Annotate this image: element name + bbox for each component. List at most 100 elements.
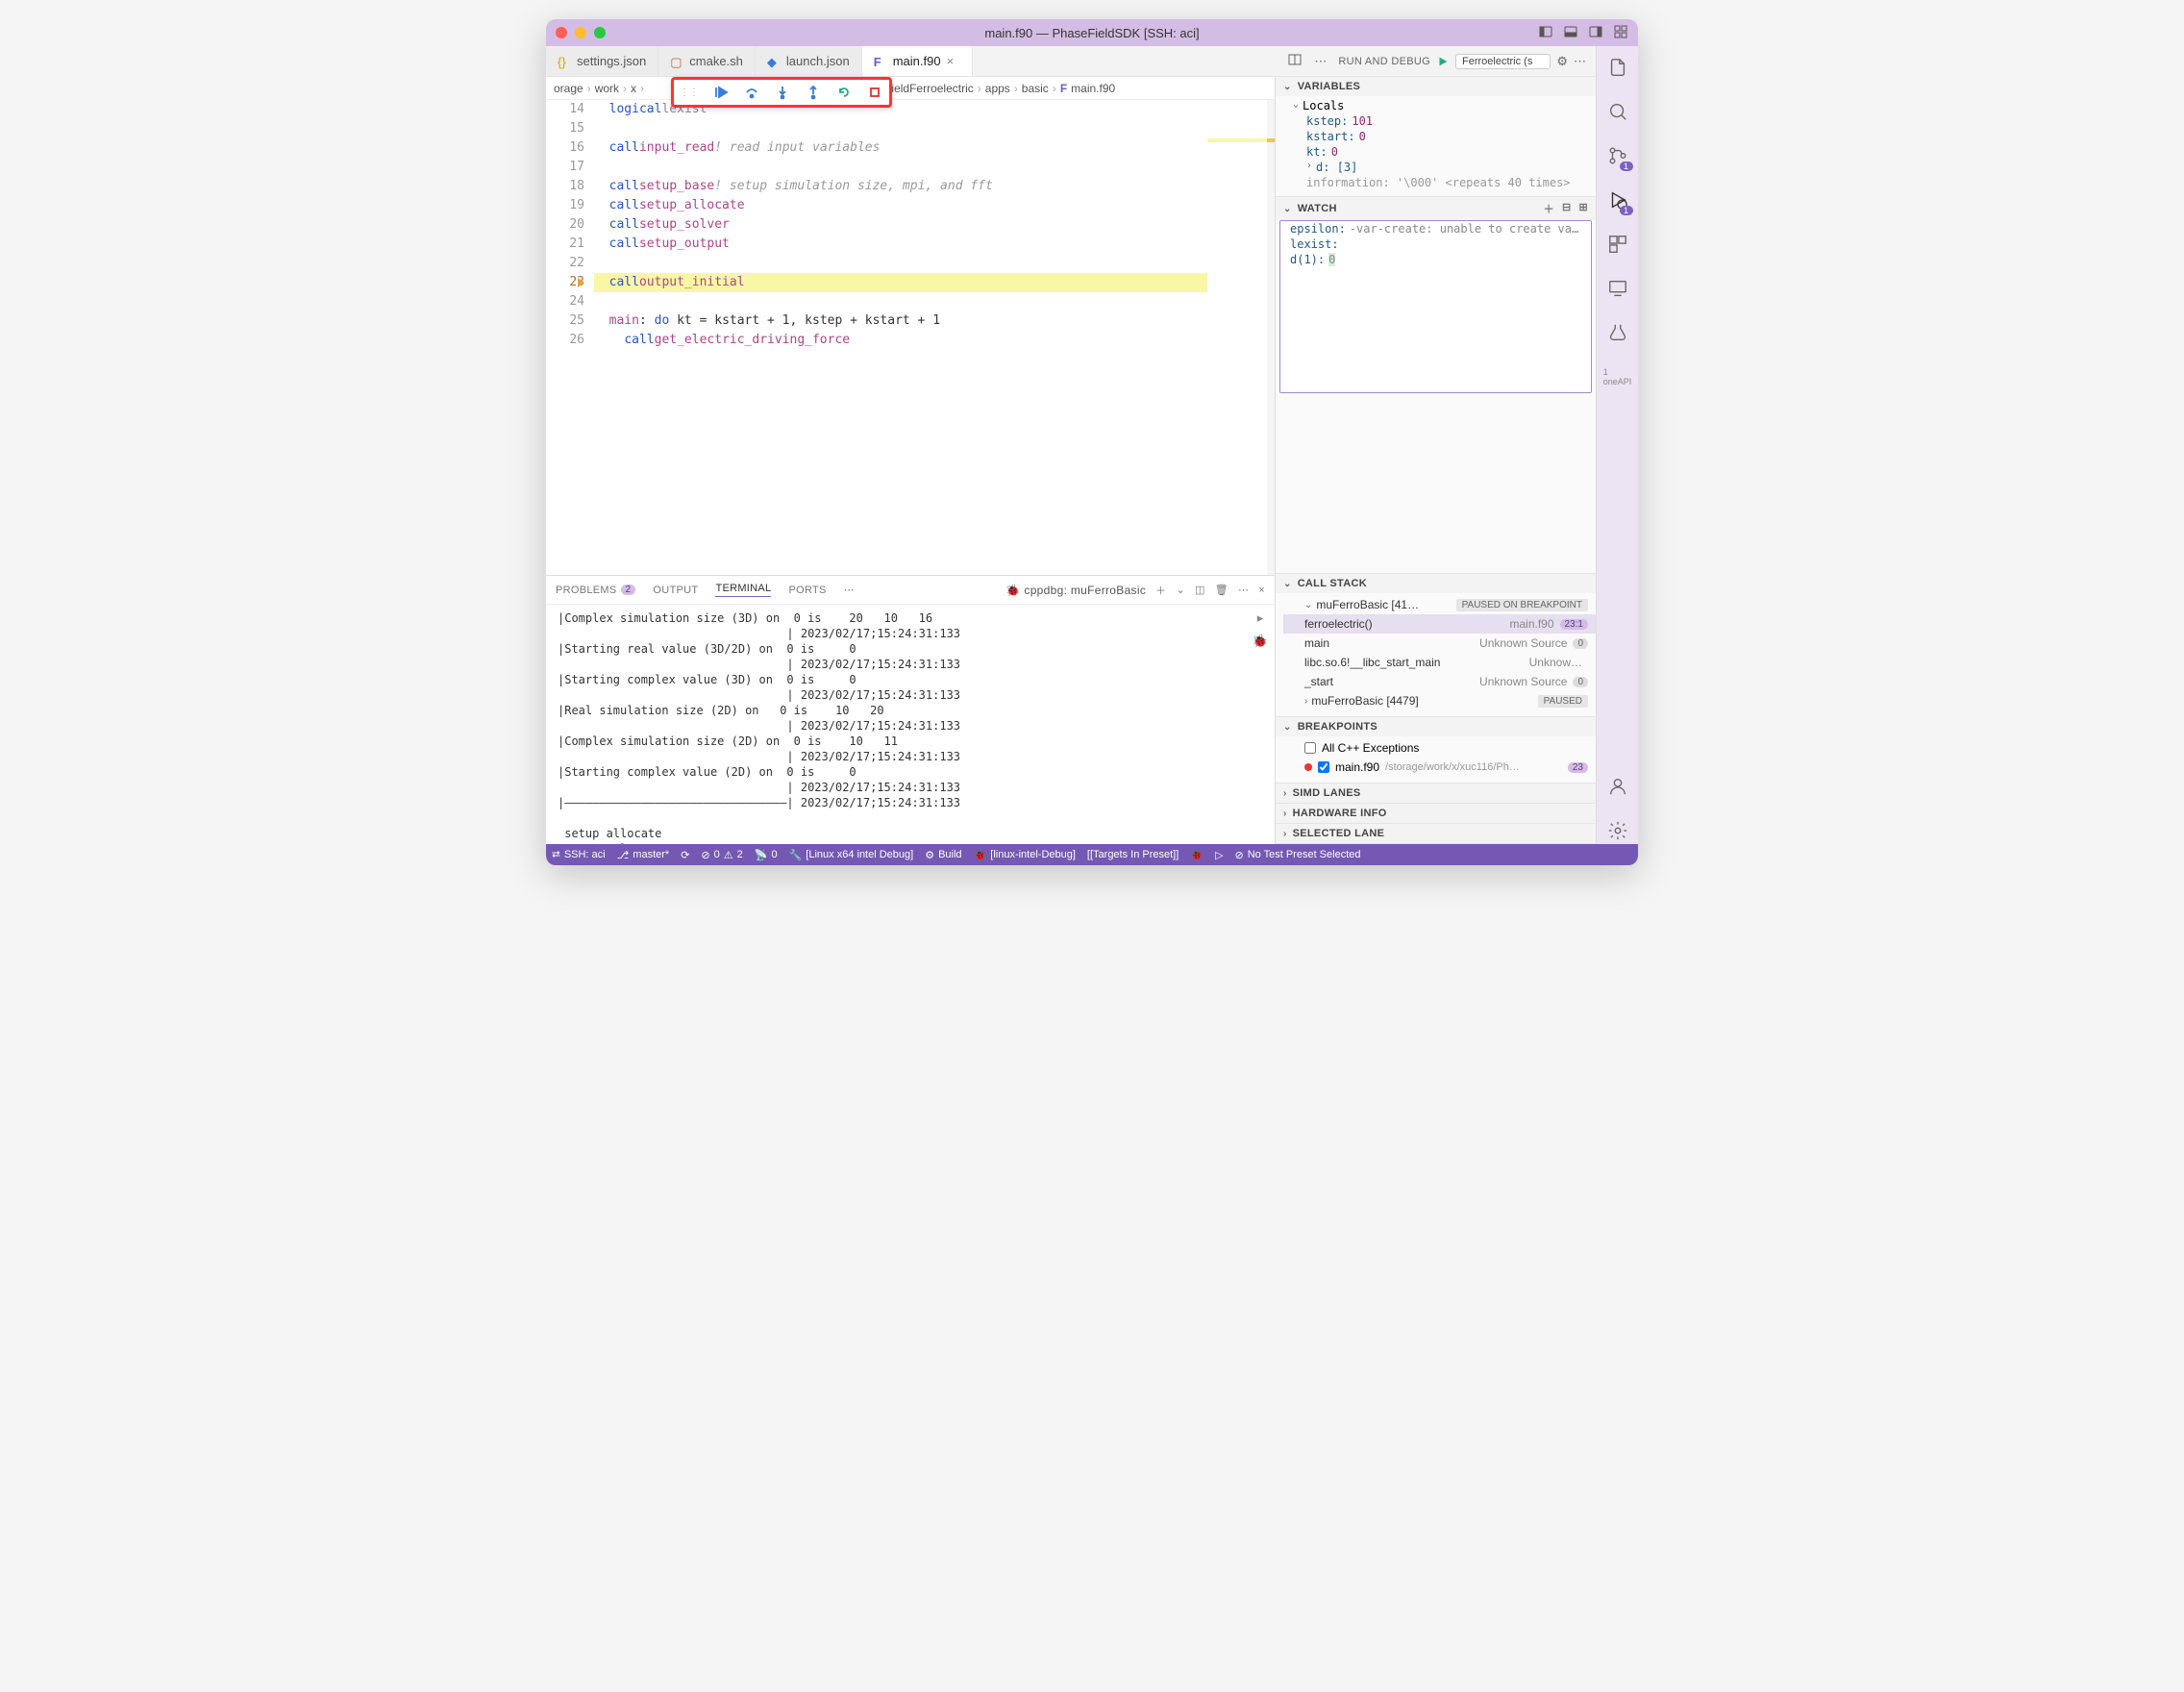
chevron-down-icon[interactable]: ⌄ [1176,584,1185,596]
restart-icon[interactable] [835,84,853,101]
breadcrumb[interactable]: orage› work› x› › PhaseFieldFerroelectri… [546,77,1275,100]
bp-main-f90[interactable]: main.f90/storage/work/x/xuc116/Ph…23 [1283,758,1596,777]
more-icon[interactable]: ⋯ [844,584,855,596]
terminal-icon[interactable]: ▸ [1257,610,1264,626]
tab-settings-json[interactable]: {}settings.json [546,46,658,76]
grip-icon[interactable]: ⋮⋮ [680,87,699,98]
bp-all-cpp[interactable]: All C++ Exceptions [1283,738,1596,758]
hw-header[interactable]: ›HARDWARE INFO [1276,804,1596,823]
extensions-icon[interactable] [1604,231,1631,258]
split-terminal-icon[interactable]: ◫ [1195,584,1205,596]
remote-status[interactable]: ⮂ SSH: aci [552,849,606,861]
terminal-tab[interactable]: TERMINAL [715,583,771,597]
step-into-icon[interactable] [774,84,791,101]
debug-play-icon[interactable]: 🐞 [1190,849,1204,861]
maximize-window[interactable] [594,27,606,38]
add-icon[interactable]: ＋ [1544,201,1554,216]
debug-toolbar[interactable]: ⋮⋮ [671,77,892,108]
minimap[interactable] [1207,100,1275,575]
sync-icon[interactable]: ⟳ [681,849,689,861]
step-out-icon[interactable] [805,84,822,101]
tab-label: main.f90 [893,54,941,68]
debug-launch-label[interactable]: 🐞 cppdbg: muFerroBasic [1005,584,1146,597]
play-icon[interactable]: ▷ [1215,849,1223,861]
more-icon[interactable]: ⋯ [1574,54,1586,69]
watch-header[interactable]: ⌄WATCH ＋⊟⊞ [1276,197,1596,220]
more-icon[interactable]: ⋯ [1314,54,1327,69]
expand-icon[interactable]: ⊞ [1578,201,1588,216]
tab-launch-json[interactable]: ◆launch.json [756,46,862,76]
variables-header[interactable]: ⌄VARIABLES [1276,77,1596,96]
split-editor-icon[interactable] [1287,52,1303,70]
continue-icon[interactable] [712,84,730,101]
thread-row[interactable]: › muFerroBasic [4479] PAUSED [1283,691,1596,710]
activity-bar: 1 1 1oneAPI [1596,46,1638,844]
stack-frame[interactable]: libc.so.6!__libc_start_mainUnknow… [1283,653,1596,672]
run-debug-label: RUN AND DEBUG [1338,56,1430,67]
debug-config-select[interactable]: Ferroelectric (s [1455,54,1551,69]
thread-row[interactable]: ⌄ muFerroBasic [41… PAUSED ON BREAKPOINT [1283,595,1596,614]
panel-right-icon[interactable] [1588,24,1603,42]
window-title: main.f90 — PhaseFieldSDK [SSH: aci] [984,26,1199,40]
customize-layout-icon[interactable] [1613,24,1628,42]
test-status[interactable]: ⊘ No Test Preset Selected [1234,849,1360,861]
line-gutter: 14151617181920212223242526 [546,100,594,575]
tab-label: settings.json [577,54,646,68]
explorer-icon[interactable] [1604,54,1631,81]
git-branch[interactable]: ⎇ master* [617,849,670,861]
step-over-icon[interactable] [743,84,760,101]
trash-icon[interactable]: 🗑 [1215,584,1228,596]
stack-frame[interactable]: ferroelectric()main.f9023:1 [1283,614,1596,634]
stop-icon[interactable] [866,84,883,101]
remote-icon[interactable] [1604,275,1631,302]
ports-status[interactable]: 📡 0 [755,849,778,861]
ports-tab[interactable]: PORTS [788,585,826,596]
simd-header[interactable]: ›SIMD LANES [1276,784,1596,803]
minimize-window[interactable] [575,27,586,38]
traffic-lights [556,27,606,38]
run-debug-icon[interactable]: 1 [1604,187,1631,213]
search-icon[interactable] [1604,98,1631,125]
close-window[interactable] [556,27,567,38]
tab-main-f90[interactable]: Fmain.f90× [862,46,973,76]
output-tab[interactable]: OUTPUT [653,585,698,596]
gear-icon[interactable]: ⚙ [1556,54,1568,69]
bug-icon[interactable]: 🐞 [1253,634,1268,649]
code-body[interactable]: logical lexist call input_read ! read in… [594,100,1207,575]
close-panel-icon[interactable]: × [1258,585,1265,596]
layout-controls [1538,24,1628,42]
sellane-header[interactable]: ›SELECTED LANE [1276,824,1596,843]
source-control-icon[interactable]: 1 [1604,142,1631,169]
problems-status[interactable]: ⊘ 0 ⚠ 2 [701,849,742,861]
locals-label[interactable]: Locals [1303,99,1344,112]
build-status[interactable]: ⚙ Build [925,849,961,861]
code-editor[interactable]: 14151617181920212223242526 logical lexis… [546,100,1275,575]
collapse-icon[interactable]: ⊟ [1562,201,1572,216]
account-icon[interactable] [1604,773,1631,800]
problems-tab[interactable]: PROBLEMS2 [556,585,635,596]
tab-label: launch.json [786,54,850,68]
panel-bottom-icon[interactable] [1563,24,1578,42]
new-terminal-icon[interactable]: ＋ [1155,583,1166,598]
more-icon[interactable]: ⋯ [1238,584,1249,596]
stack-frame[interactable]: mainUnknown Source0 [1283,634,1596,653]
terminal-output[interactable]: |Complex simulation size (3D) on 0 is 20… [546,605,1246,844]
watch-panel[interactable]: epsilon: -var-create: unable to create v… [1279,220,1592,393]
panel-left-icon[interactable] [1538,24,1553,42]
tab-label: cmake.sh [689,54,743,68]
callstack-header[interactable]: ⌄CALL STACK [1276,574,1596,593]
settings-icon[interactable] [1604,817,1631,844]
testing-icon[interactable] [1604,319,1631,346]
close-tab-icon[interactable]: × [947,54,960,68]
kit-status[interactable]: 🔧 [Linux x64 intel Debug] [789,849,914,861]
terminal-side-icons: ▸ 🐞 [1246,605,1275,844]
start-debug-icon[interactable] [1436,55,1450,68]
stack-frame[interactable]: _startUnknown Source0 [1283,672,1596,691]
breakpoints-header[interactable]: ⌄BREAKPOINTS [1276,717,1596,736]
oneapi-icon[interactable]: 1oneAPI [1604,363,1631,390]
tab-cmake-sh[interactable]: ▢cmake.sh [658,46,756,76]
preset-status[interactable]: [[Targets In Preset]] [1087,849,1179,860]
status-bar: ⮂ SSH: aci ⎇ master* ⟳ ⊘ 0 ⚠ 2 📡 0 🔧 [Li… [546,844,1638,865]
target-status[interactable]: 🐞 [linux-intel-Debug] [974,849,1076,861]
titlebar: main.f90 — PhaseFieldSDK [SSH: aci] [546,19,1638,46]
